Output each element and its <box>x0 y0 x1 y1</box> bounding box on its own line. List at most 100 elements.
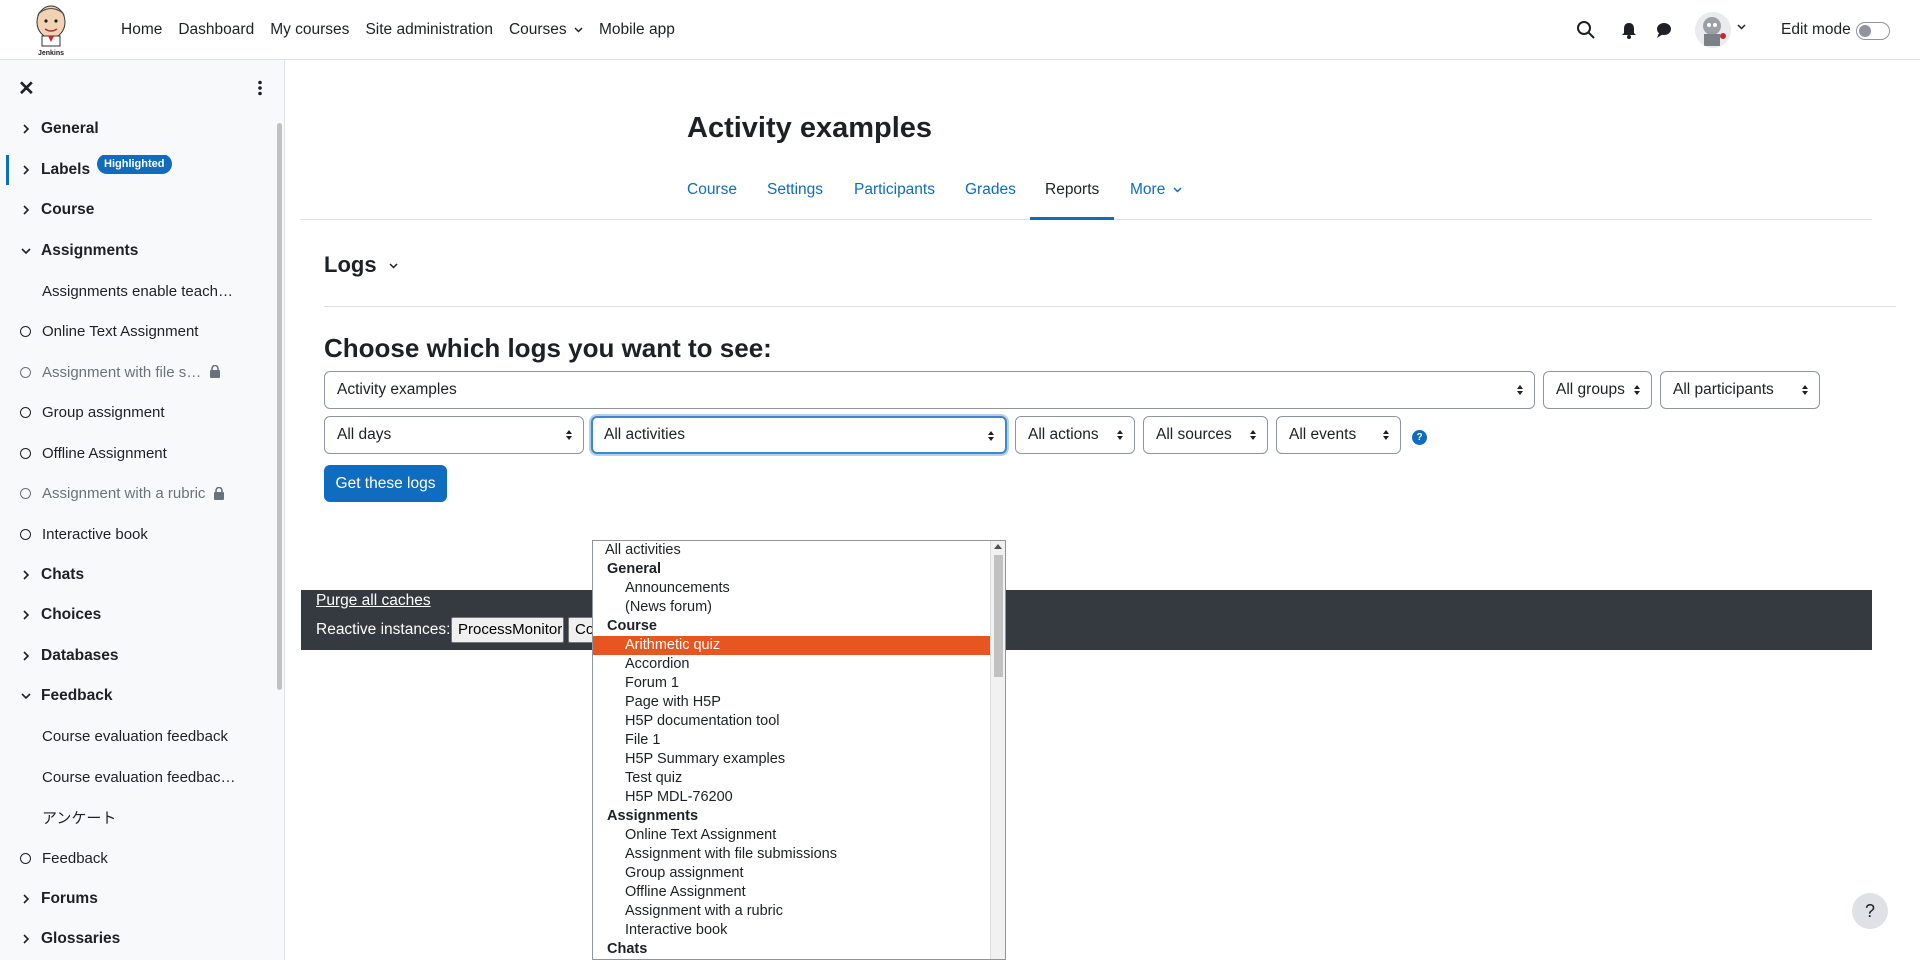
course-select[interactable]: Activity examples <box>324 371 1535 409</box>
course-index-activity[interactable]: Course evaluation feedbac… <box>0 762 276 792</box>
chevron-right-icon[interactable] <box>20 893 32 905</box>
nav-my-courses[interactable]: My courses <box>270 21 349 39</box>
drawer-scrollbar[interactable] <box>277 123 282 690</box>
course-index-section[interactable]: Course <box>0 195 276 225</box>
purge-all-caches-link[interactable]: Purge all caches <box>316 592 431 610</box>
dropdown-option[interactable]: Accordion <box>593 655 991 674</box>
sources-select[interactable]: All sources <box>1143 416 1268 454</box>
activities-dropdown-list[interactable]: All activities General Announcements (News … <box>592 540 1006 960</box>
chevron-right-icon[interactable] <box>20 933 32 945</box>
course-index-activity[interactable]: Group assignment <box>0 398 276 428</box>
activities-select[interactable]: All activities <box>591 416 1007 454</box>
reactive-processmonitor-button[interactable]: ProcessMonitor <box>451 617 564 643</box>
events-select[interactable]: All events <box>1276 416 1401 454</box>
nav-mobile-app[interactable]: Mobile app <box>599 21 675 39</box>
course-index-section[interactable]: Glossaries <box>0 924 276 954</box>
chevron-down-icon[interactable] <box>20 690 32 702</box>
chevron-right-icon[interactable] <box>20 164 32 176</box>
search-icon[interactable] <box>1575 19 1597 41</box>
course-index-section[interactable]: Feedback <box>0 681 276 711</box>
chevron-down-icon[interactable] <box>1737 24 1746 30</box>
nav-dashboard[interactable]: Dashboard <box>178 21 254 39</box>
dropdown-option[interactable]: Assignment with file submissions <box>593 845 991 864</box>
dropdown-option[interactable]: Arithmetic quiz <box>593 636 991 655</box>
dropdown-option[interactable]: Offline Assignment <box>593 883 991 902</box>
activity-label: Interactive book <box>42 525 148 543</box>
activity-label: Group assignment <box>42 404 165 421</box>
tab-course[interactable]: Course <box>687 176 737 220</box>
section-label: Choices <box>41 606 102 623</box>
dropdown-option[interactable]: H5P MDL-76200 <box>593 788 991 807</box>
dropdown-option[interactable]: Page with H5P <box>593 693 991 712</box>
dropdown-scrollbar[interactable] <box>990 541 1005 959</box>
course-index-section[interactable]: Chats <box>0 560 276 590</box>
sources-select-value: All sources <box>1156 426 1232 443</box>
close-icon[interactable]: ✕ <box>18 79 35 99</box>
dropdown-option[interactable]: All activities <box>593 541 991 560</box>
course-index-section[interactable]: Databases <box>0 641 276 671</box>
dropdown-option[interactable]: Assignment with a rubric <box>593 902 991 921</box>
course-index-activity[interactable]: Assignment with file s… <box>0 357 276 387</box>
dropdown-option[interactable]: Forum 1 <box>593 674 991 693</box>
dropdown-option[interactable]: (News forum) <box>593 598 991 617</box>
tab-participants[interactable]: Participants <box>854 176 935 220</box>
help-icon[interactable]: ? <box>1412 430 1427 445</box>
tertiary-navigation-logs[interactable]: Logs <box>324 252 398 278</box>
chevron-right-icon[interactable] <box>20 650 32 662</box>
dropdown-option[interactable]: Interactive book <box>593 921 991 940</box>
course-index-section[interactable]: Assignments <box>0 236 276 266</box>
help-button[interactable]: ? <box>1852 893 1888 929</box>
nav-home[interactable]: Home <box>121 21 162 39</box>
course-index-activity[interactable]: Online Text Assignment <box>0 317 276 347</box>
user-avatar[interactable] <box>1695 12 1731 48</box>
chevron-right-icon[interactable] <box>20 609 32 621</box>
dropdown-group-label: Assignments <box>607 808 699 824</box>
chevron-down-icon <box>574 27 583 33</box>
nav-site-administration[interactable]: Site administration <box>365 21 493 39</box>
actions-select[interactable]: All actions <box>1015 416 1135 454</box>
course-index-activity[interactable]: Assignment with a rubric <box>0 479 276 509</box>
kebab-menu-icon[interactable] <box>257 80 263 96</box>
dropdown-option[interactable]: H5P documentation tool <box>593 712 991 731</box>
chevron-right-icon[interactable] <box>20 569 32 581</box>
nav-courses[interactable]: Courses <box>509 21 583 39</box>
select-arrows-icon <box>1383 430 1389 440</box>
messages-icon[interactable] <box>1653 19 1675 41</box>
course-index-activity[interactable]: Assignments enable teach… <box>0 276 276 306</box>
participants-select[interactable]: All participants <box>1660 371 1820 409</box>
course-index-activity[interactable]: アンケート <box>0 803 276 833</box>
course-index-activity[interactable]: Interactive book <box>0 519 276 549</box>
days-select[interactable]: All days <box>324 416 584 454</box>
activity-label: Course evaluation feedback <box>42 728 228 745</box>
course-index-section[interactable]: General <box>0 114 276 144</box>
tab-more[interactable]: More <box>1130 176 1182 220</box>
scroll-up-arrow-icon[interactable] <box>994 544 1002 549</box>
bell-icon[interactable] <box>1618 19 1640 41</box>
course-index-section[interactable]: Choices <box>0 600 276 630</box>
dropdown-option[interactable]: File 1 <box>593 731 991 750</box>
tab-reports[interactable]: Reports <box>1030 176 1115 220</box>
tab-settings[interactable]: Settings <box>767 176 823 220</box>
dropdown-scroll-thumb[interactable] <box>994 555 1003 677</box>
activity-label: Feedback <box>42 849 108 867</box>
jenkins-logo[interactable]: Jenkins <box>30 2 72 58</box>
dropdown-option[interactable]: Announcements <box>593 579 991 598</box>
course-index-activity[interactable]: Course evaluation feedback <box>0 722 276 752</box>
select-arrows-icon <box>1517 385 1523 395</box>
completion-circle-icon <box>20 447 31 459</box>
edit-mode-toggle[interactable] <box>1856 22 1890 40</box>
groups-select[interactable]: All groups <box>1543 371 1652 409</box>
chevron-right-icon[interactable] <box>20 204 32 216</box>
course-index-activity[interactable]: Feedback <box>0 843 276 873</box>
chevron-right-icon[interactable] <box>20 123 32 135</box>
chevron-down-icon[interactable] <box>20 245 32 257</box>
dropdown-option[interactable]: Test quiz <box>593 769 991 788</box>
tab-grades[interactable]: Grades <box>965 176 1016 220</box>
dropdown-option[interactable]: H5P Summary examples <box>593 750 991 769</box>
course-index-activity[interactable]: Offline Assignment <box>0 438 276 468</box>
dropdown-option[interactable]: Online Text Assignment <box>593 826 991 845</box>
course-index-section[interactable]: Forums <box>0 884 276 914</box>
get-these-logs-button[interactable]: Get these logs <box>324 465 447 502</box>
course-index-section[interactable]: Labels Highlighted <box>0 154 276 185</box>
dropdown-option[interactable]: Group assignment <box>593 864 991 883</box>
